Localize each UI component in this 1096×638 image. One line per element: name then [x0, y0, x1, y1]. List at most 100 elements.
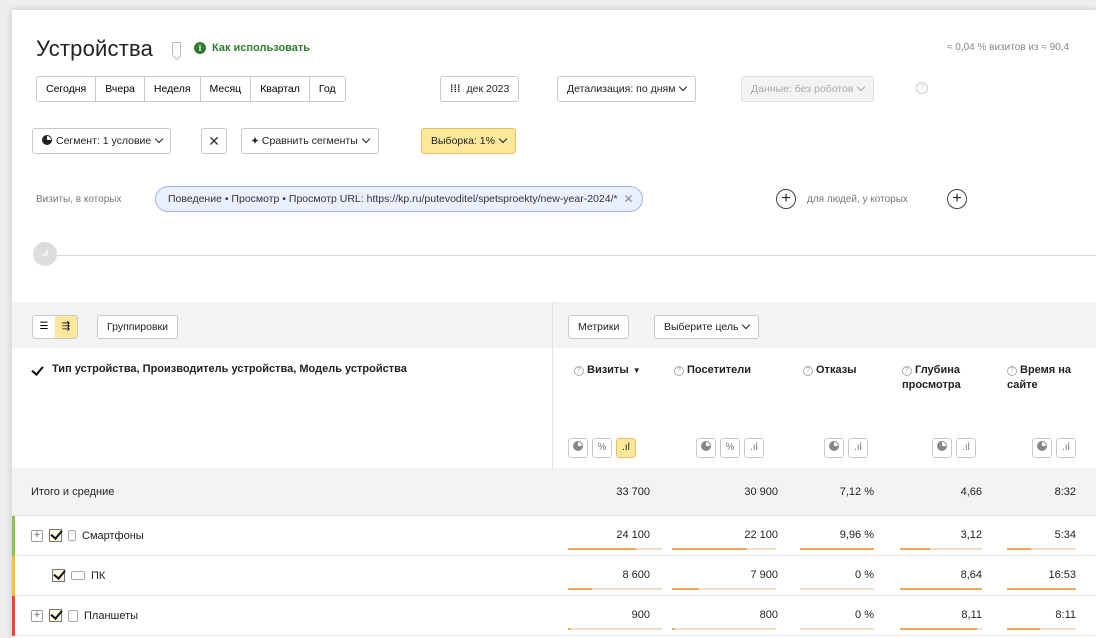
date-picker-button[interactable]: ⁞⁞⁞ дек 2023	[440, 76, 520, 102]
people-filter-label: для людей, у которых	[807, 194, 908, 205]
cell-bar-fill	[568, 548, 636, 550]
sampling-label: Выборка: 1%	[431, 135, 495, 147]
visits-filter-label: Визиты, в которых	[36, 194, 122, 205]
cell-bar-track	[672, 628, 776, 630]
pie-chart-icon[interactable]	[568, 438, 588, 458]
info-icon: i	[194, 42, 206, 54]
help-icon[interactable]: ?	[574, 366, 584, 376]
chevron-down-icon	[361, 134, 371, 144]
add-visit-condition-button[interactable]: +	[776, 189, 796, 209]
pie-chart-icon[interactable]	[932, 438, 952, 458]
segment-clear-button[interactable]: ✕	[201, 128, 227, 154]
cell-depth: 3,12	[960, 529, 982, 541]
chevron-down-icon	[498, 134, 508, 144]
cell-bar-fill	[672, 548, 747, 550]
percent-icon[interactable]: %	[720, 438, 740, 458]
compare-segments-dropdown[interactable]: 🟆 Сравнить сегменты	[241, 128, 379, 154]
help-icon[interactable]: ?	[674, 366, 684, 376]
cell-bar-track	[900, 548, 982, 550]
bar-chart-icon[interactable]: .ıl	[848, 438, 868, 458]
visits-chart-modes: % .ıl	[568, 438, 636, 458]
dimension-checkbox[interactable]	[31, 364, 44, 377]
tree-view-icon[interactable]: ⇶	[55, 316, 77, 338]
detail-dropdown[interactable]: Детализация: по дням	[557, 76, 697, 102]
period-quarter[interactable]: Квартал	[251, 77, 310, 101]
cell-visitors: 800	[759, 609, 778, 621]
view-toggle: ☰ ⇶	[32, 315, 78, 339]
data-filter-dropdown[interactable]: Данные: без роботов	[741, 76, 875, 102]
pie-chart-icon[interactable]	[1032, 438, 1052, 458]
column-header-visits[interactable]: ? Визиты ▼	[574, 363, 641, 378]
segment-dropdown[interactable]: Сегмент: 1 условие	[32, 128, 172, 154]
row-checkbox[interactable]	[52, 569, 65, 582]
bar-chart-icon[interactable]: .ıl	[1056, 438, 1076, 458]
row-color-strip	[12, 516, 15, 556]
bar-chart-icon[interactable]: .ıl	[616, 438, 636, 458]
metrics-button[interactable]: Метрики	[568, 315, 630, 339]
sample-info: ≈ 0,04 % визитов из ≈ 90,4	[947, 42, 1070, 53]
column-header-time[interactable]: ? Время на сайте	[1007, 363, 1077, 393]
totals-row: Итого и средние 33 700 30 900 7,12 % 4,6…	[12, 468, 1096, 516]
period-month[interactable]: Месяц	[200, 77, 252, 101]
percent-icon[interactable]: %	[592, 438, 612, 458]
groupings-button[interactable]: Группировки	[97, 315, 179, 339]
time-chart-modes: .ıl	[1032, 438, 1076, 458]
tablet-icon	[68, 609, 78, 622]
expand-icon[interactable]: +	[31, 529, 43, 542]
goal-label: Выберите цель	[664, 321, 739, 333]
chart-toggle-icon[interactable]: .ıl	[33, 242, 57, 266]
cell-time: 8:11	[1055, 609, 1076, 621]
cell-bar-fill	[800, 548, 874, 550]
row-checkbox[interactable]	[49, 609, 62, 622]
segment-pie-icon	[42, 135, 52, 145]
filter-chip[interactable]: Поведение • Просмотр • Просмотр URL: htt…	[155, 186, 643, 212]
total-time: 8:32	[1054, 486, 1076, 498]
cell-bar-track	[800, 548, 874, 550]
cell-visitors: 22 100	[744, 529, 778, 541]
row-label-text: Планшеты	[84, 609, 139, 622]
row-checkbox[interactable]	[49, 529, 62, 542]
row-label: + Смартфоны	[31, 529, 144, 542]
period-yesterday[interactable]: Вчера	[96, 77, 145, 101]
row-label-text: ПК	[91, 569, 106, 582]
cell-bar-track	[568, 628, 662, 630]
cell-bar-track	[1007, 548, 1076, 550]
column-header-visitors[interactable]: ? Посетители	[674, 363, 751, 378]
goal-dropdown[interactable]: Выберите цель	[654, 315, 760, 339]
cell-bounces: 9,96 %	[839, 529, 874, 541]
help-icon[interactable]: ?	[1007, 366, 1017, 376]
help-icon[interactable]: ?	[902, 366, 912, 376]
cell-bar-track	[568, 588, 662, 590]
column-header-depth[interactable]: ? Глубина просмотра	[902, 363, 982, 393]
row-color-strip	[12, 556, 15, 596]
pie-chart-icon[interactable]	[824, 438, 844, 458]
cell-bar-fill	[568, 588, 592, 590]
cell-depth: 8,11	[961, 609, 982, 621]
sampling-dropdown[interactable]: Выборка: 1%	[421, 128, 516, 154]
period-year[interactable]: Год	[309, 77, 345, 101]
bookmark-icon[interactable]	[172, 42, 181, 55]
table-row[interactable]: ПК 8 600 7 900 0 % 8,64 16:53	[12, 556, 1096, 596]
chevron-down-icon	[857, 82, 866, 92]
column-label: Отказы	[816, 364, 857, 376]
calendar-icon: ⁞⁞⁞	[450, 83, 461, 95]
help-icon[interactable]: ?	[803, 366, 813, 376]
cell-bar-fill	[1007, 628, 1040, 630]
how-to-use-link[interactable]: Как использовать	[212, 42, 310, 54]
expand-icon[interactable]: +	[31, 609, 43, 622]
cell-time: 5:34	[1054, 529, 1076, 541]
help-icon[interactable]: ?	[916, 82, 928, 94]
column-header-bounces[interactable]: ? Отказы	[803, 363, 857, 378]
bar-chart-icon[interactable]: .ıl	[744, 438, 764, 458]
pie-chart-icon[interactable]	[696, 438, 716, 458]
cell-bar-track	[800, 628, 874, 630]
close-icon[interactable]: ✕	[624, 187, 634, 211]
add-people-condition-button[interactable]: +	[947, 189, 967, 209]
list-view-icon[interactable]: ☰	[33, 316, 55, 338]
table-row[interactable]: + Планшеты 900 800 0 % 8,11 8:11	[12, 596, 1096, 636]
table-row[interactable]: + Смартфоны 24 100 22 100 9,96 % 3,12 5:34	[12, 516, 1096, 556]
period-today[interactable]: Сегодня	[37, 77, 97, 101]
period-week[interactable]: Неделя	[144, 77, 201, 101]
bar-chart-icon[interactable]: .ıl	[956, 438, 976, 458]
cell-bar-fill	[1007, 548, 1031, 550]
